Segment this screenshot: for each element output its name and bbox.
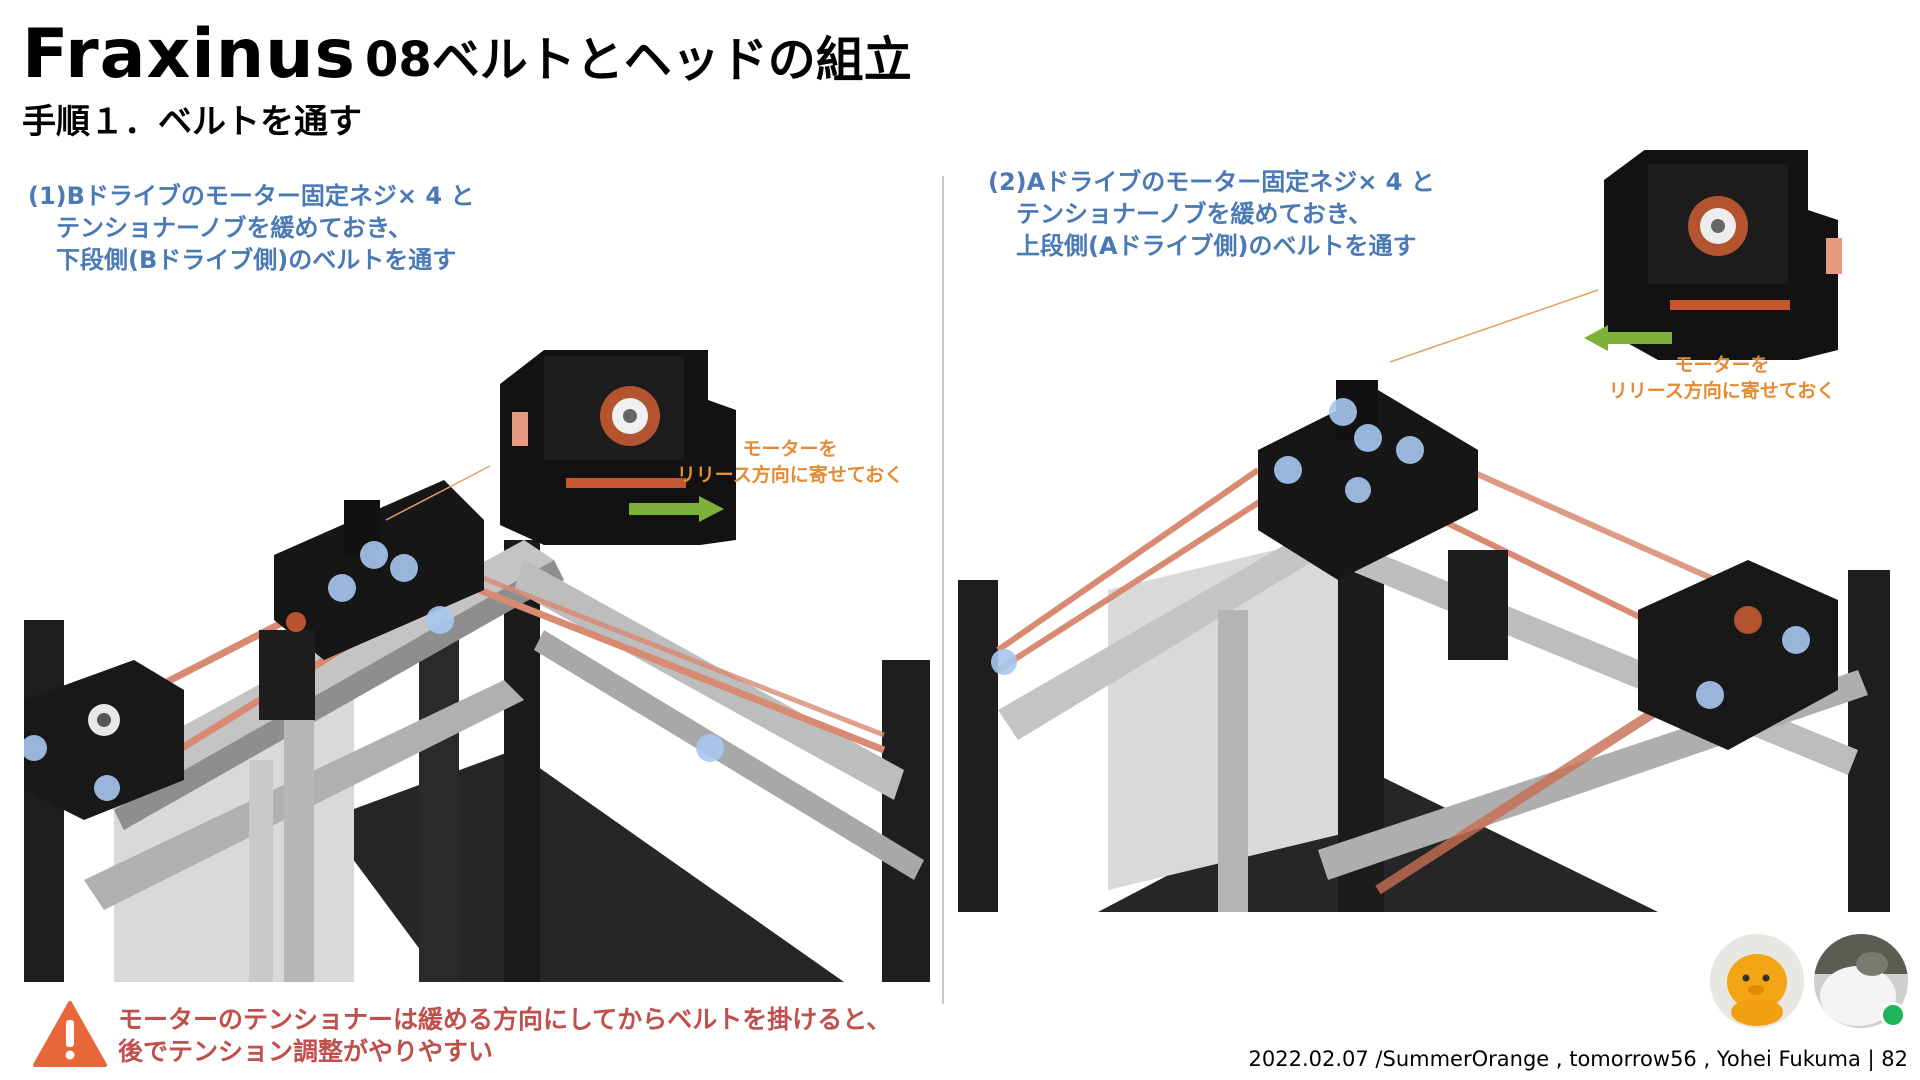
instruction-line: (1)Bドライブのモーター固定ネジ× 4 と bbox=[28, 182, 475, 210]
warning-triangle-icon bbox=[32, 1000, 108, 1068]
instruction-b-drive: (1)Bドライブのモーター固定ネジ× 4 と テンショナーノブを緩めておき、 下… bbox=[28, 180, 474, 276]
warning-line: 後でテンション調整がやりやすい bbox=[118, 1037, 494, 1066]
assembly-render-a-drive bbox=[958, 150, 1890, 912]
step-heading: 手順１．ベルトを通す bbox=[22, 102, 362, 142]
page-subtitle: 08ベルトとヘッドの組立 bbox=[365, 32, 912, 88]
instruction-line: 上段側(Aドライブ側)のベルトを通す bbox=[1016, 232, 1417, 260]
note-line: モーターを bbox=[1674, 354, 1770, 376]
warning-line: モーターのテンショナーは緩める方向にしてからベルトを掛けると、 bbox=[118, 1005, 892, 1034]
motor-release-note: モーターを リリース方向に寄せておく bbox=[1592, 352, 1852, 404]
footer-credit: 2022.02.07 /SummerOrange , tomorrow56 , … bbox=[1248, 1047, 1908, 1071]
avatar bbox=[1710, 934, 1804, 1028]
note-line: リリース方向に寄せておく bbox=[676, 464, 904, 486]
assembly-render-b-drive bbox=[24, 160, 932, 982]
online-status-dot bbox=[1880, 1002, 1906, 1028]
instruction-line: (2)Aドライブのモーター固定ネジ× 4 と bbox=[988, 168, 1435, 196]
instruction-a-drive: (2)Aドライブのモーター固定ネジ× 4 と テンショナーノブを緩めておき、 上… bbox=[988, 166, 1435, 262]
note-line: リリース方向に寄せておく bbox=[1608, 380, 1836, 402]
instruction-line: 下段側(Bドライブ側)のベルトを通す bbox=[56, 246, 457, 274]
motor-release-note: モーターを リリース方向に寄せておく bbox=[660, 436, 920, 488]
note-line: モーターを bbox=[742, 438, 838, 460]
page-title: Fraxinus bbox=[22, 15, 356, 94]
instruction-line: テンショナーノブを緩めておき、 bbox=[56, 214, 413, 242]
panel-divider bbox=[942, 176, 944, 1004]
warning-message: モーターのテンショナーは緩める方向にしてからベルトを掛けると、 後でテンション調… bbox=[118, 1004, 891, 1068]
instruction-line: テンショナーノブを緩めておき、 bbox=[1016, 200, 1373, 228]
